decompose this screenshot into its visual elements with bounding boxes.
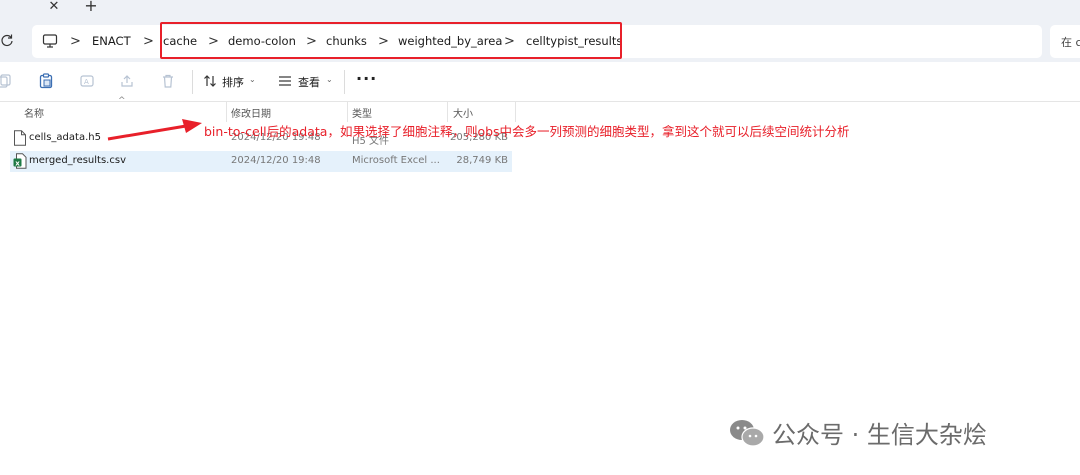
file-type: Microsoft Excel ... [352,155,440,166]
excel-csv-icon: x [13,153,27,169]
view-button[interactable]: 查看 [298,74,320,90]
column-divider[interactable] [515,102,516,122]
file-list-header: ^ 名称 修改日期 类型 大小 [0,96,1080,122]
column-header-size[interactable]: 大小 [453,105,473,120]
more-options-button[interactable]: ··· [356,69,377,88]
computer-icon[interactable] [42,33,58,49]
svg-text:x: x [15,159,20,167]
breadcrumb-separator[interactable]: > [70,33,81,50]
search-placeholder: 在 c [1061,36,1080,49]
delete-icon[interactable] [160,73,176,89]
column-header-type[interactable]: 类型 [352,105,372,120]
column-divider[interactable] [347,102,348,122]
toolbar-divider [192,70,193,94]
file-row-merged-results[interactable]: x merged_results.csv 2024/12/20 19:48 Mi… [10,151,512,172]
view-icon[interactable] [277,73,293,89]
svg-text:A: A [84,78,89,86]
file-size: 28,749 KB [456,155,508,166]
sort-ascending-icon: ^ [118,96,126,106]
breadcrumb-enact[interactable]: ENACT [92,33,131,50]
column-header-name[interactable]: 名称 [24,105,44,120]
wechat-logo-icon [730,420,765,447]
share-icon[interactable] [119,73,135,89]
column-divider[interactable] [226,102,227,122]
watermark-text: 公众号 · 生信大杂烩 [772,421,987,449]
chevron-down-icon[interactable]: ⌄ [249,75,256,84]
copy-icon[interactable] [0,73,12,89]
paste-icon[interactable] [38,73,54,89]
file-name: merged_results.csv [29,155,126,166]
refresh-icon[interactable] [0,33,14,47]
tab-strip: ✕ + [0,0,1080,20]
sort-icon[interactable] [202,73,218,89]
new-tab-button[interactable]: + [84,0,98,14]
breadcrumb-separator[interactable]: > [143,33,154,50]
sort-button[interactable]: 排序 [222,74,244,90]
column-header-modified[interactable]: 修改日期 [231,105,271,120]
command-bar: A 排序 ⌄ 查看 ⌄ ··· [0,62,1080,102]
file-icon [14,130,26,146]
file-name: cells_adata.h5 [29,132,101,143]
rename-icon[interactable]: A [79,73,95,89]
path-highlight-box [160,22,622,59]
chevron-down-icon[interactable]: ⌄ [326,75,333,84]
close-tab-icon[interactable]: ✕ [47,0,61,14]
toolbar-divider [344,70,345,94]
annotation-text: bin-to-cell后的adata，如果选择了细胞注释，则obs中会多一列预测… [204,124,850,139]
file-modified: 2024/12/20 19:48 [231,155,321,166]
search-box[interactable]: 在 c [1050,25,1080,58]
column-divider[interactable] [447,102,448,122]
